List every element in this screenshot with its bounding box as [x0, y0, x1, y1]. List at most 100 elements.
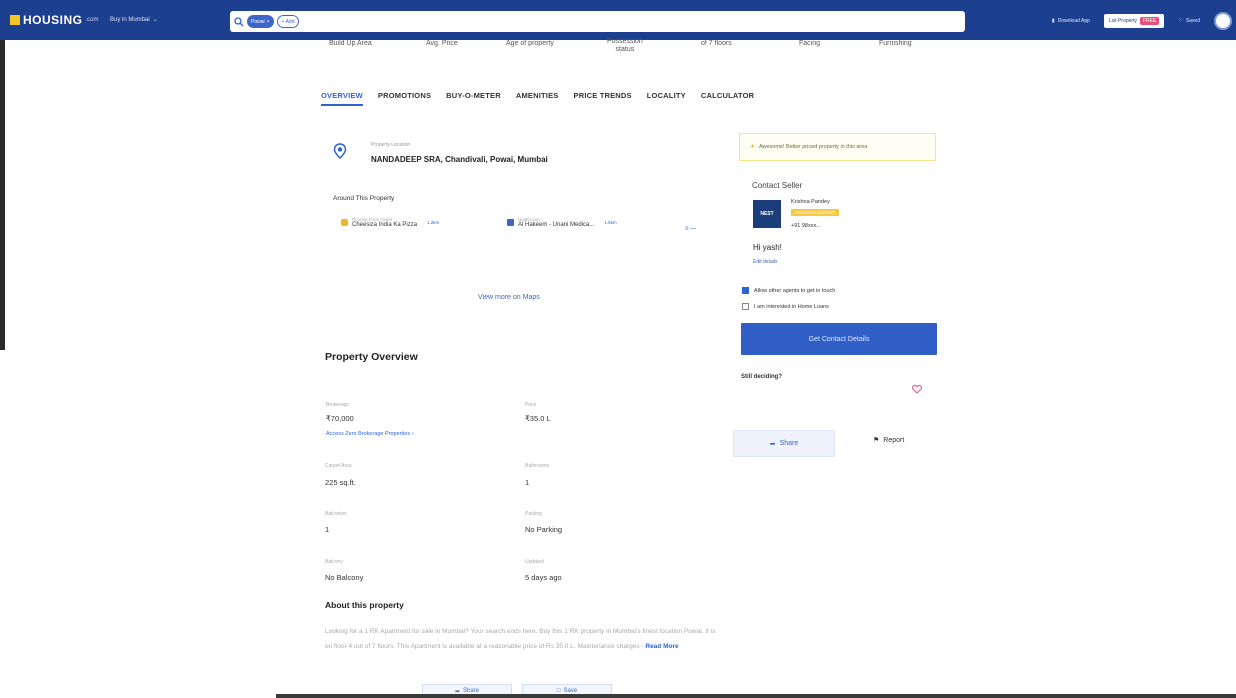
- overview-value: 1: [525, 478, 530, 487]
- allow-agents-checkbox[interactable]: [742, 287, 749, 294]
- price-highlight-banner: ★ Awesome! Better priced property in thi…: [739, 133, 936, 161]
- search-chip-label: Powai: [251, 18, 265, 25]
- heart-icon[interactable]: [912, 384, 922, 394]
- zero-brokerage-link[interactable]: Access Zero Brokerage Properties ›: [326, 431, 413, 437]
- property-overview-title: Property Overview: [325, 351, 418, 363]
- overview-label: Balcony: [325, 559, 343, 565]
- section-tabs: OVERVIEW PROMOTIONS BUY-O-METER AMENITIE…: [321, 91, 754, 106]
- search-chip-powai[interactable]: Powai ×: [247, 15, 274, 28]
- poi-name: Al Hakeem - Unani Medica...: [518, 222, 595, 228]
- agent-phone: +91 98xxx...: [791, 223, 821, 229]
- overview-value: 5 days ago: [525, 573, 562, 582]
- search-icon: [234, 16, 244, 26]
- star-icon: ★: [750, 144, 755, 150]
- poi-distance: 1.2km: [427, 220, 440, 225]
- add-locality-button[interactable]: + Add: [276, 15, 300, 28]
- stat-built-up-label: Build Up Area: [329, 40, 372, 47]
- property-stats-row: Build Up Area Avg. Price Age of property…: [315, 38, 952, 62]
- top-navigation-bar: HOUSING .com Buy in Mumbai ⌄ Powai × + A…: [0, 0, 1236, 40]
- home-loans-checkbox-row[interactable]: I am interested in Home Loans: [742, 303, 829, 310]
- tab-amenities[interactable]: AMENITIES: [516, 91, 559, 106]
- logo-text: HOUSING: [23, 13, 83, 27]
- heart-outline-icon: ♡: [1178, 18, 1183, 24]
- overview-label: Carpet Area: [325, 463, 352, 469]
- poi-item[interactable]: Popular Food Outlet Cheesiza India Ka Pi…: [341, 217, 439, 228]
- overview-value: 225 sq.ft.: [325, 478, 356, 487]
- overview-value: No Balcony: [325, 573, 364, 582]
- chevron-down-icon: ⌄: [152, 17, 158, 23]
- housing-logo[interactable]: HOUSING .com: [10, 13, 99, 27]
- report-label: Report: [883, 436, 905, 444]
- overview-value: ₹35.0 L: [525, 414, 551, 423]
- list-property-label: List Property: [1108, 18, 1137, 24]
- tab-locality[interactable]: LOCALITY: [647, 91, 686, 106]
- overview-label: Parking: [525, 511, 542, 517]
- food-icon: [341, 219, 348, 226]
- stat-possession-line2: status: [615, 46, 635, 53]
- share-button[interactable]: ➦ Share: [733, 430, 835, 457]
- scan-edge-left: [0, 40, 5, 350]
- logo-suffix: .com: [85, 17, 99, 23]
- still-deciding-label: Still deciding?: [741, 374, 783, 380]
- logo-mark-icon: [10, 15, 20, 25]
- free-badge: FREE: [1139, 17, 1160, 25]
- home-loans-label: I am interested in Home Loans: [754, 303, 829, 310]
- overview-value: No Parking: [525, 525, 563, 534]
- stat-furnishing-label: Furnishing: [879, 40, 912, 47]
- saved-label: Saved: [1185, 18, 1200, 24]
- property-address: NANDADEEP SRA, Chandivali, Powai, Mumbai: [371, 155, 548, 164]
- share-label: Share: [779, 440, 799, 447]
- tab-calculator[interactable]: CALCULATOR: [701, 91, 754, 106]
- poi-item[interactable]: Healthcare Al Hakeem - Unani Medica... 1…: [507, 217, 617, 228]
- city-label: Buy in Mumbai: [110, 16, 150, 23]
- overview-label: Balconies: [325, 511, 347, 517]
- poi-distance: 1.5km: [604, 220, 617, 225]
- report-button[interactable]: ⚑ Report: [873, 436, 905, 445]
- edit-details-link[interactable]: Edit details: [753, 259, 777, 265]
- contact-seller-title: Contact Seller: [752, 181, 803, 190]
- user-greeting: Hi yash!: [753, 243, 782, 252]
- allow-agents-label: Allow other agents to get in touch: [754, 287, 836, 294]
- allow-agents-checkbox-row[interactable]: Allow other agents to get in touch: [742, 287, 835, 294]
- medical-icon: [507, 219, 514, 226]
- download-app-link[interactable]: ▮ Download App: [1052, 18, 1090, 24]
- flag-icon: ⚑: [873, 437, 880, 444]
- tab-price-trends[interactable]: PRICE TRENDS: [574, 91, 632, 106]
- city-select[interactable]: Buy in Mumbai ⌄: [110, 16, 158, 24]
- view-on-maps-link[interactable]: View more on Maps: [478, 294, 540, 301]
- stat-facing-label: Facing: [799, 40, 821, 47]
- more-poi-button[interactable]: ≡ —: [685, 226, 696, 232]
- highlight-text: Awesome! Better priced property in this …: [758, 144, 868, 150]
- stat-possession-line1: Possession: [607, 38, 643, 45]
- overview-value: 1: [325, 525, 330, 534]
- read-more-link[interactable]: Read More: [645, 643, 678, 650]
- agent-logo: NEST: [753, 200, 781, 228]
- home-loans-checkbox[interactable]: [742, 303, 749, 310]
- overview-label: Brokerage: [326, 402, 350, 408]
- agent-name: Krishna Pandey: [791, 199, 830, 205]
- search-bar[interactable]: Powai × + Add: [230, 11, 965, 32]
- overview-label: Updated: [525, 559, 544, 565]
- overview-value: ₹70,000: [326, 414, 354, 423]
- overview-label: Price: [525, 402, 537, 408]
- location-pin-icon: [333, 143, 347, 159]
- tab-promotions[interactable]: PROMOTIONS: [378, 91, 431, 106]
- property-location-label: Property Location: [371, 142, 411, 148]
- avatar[interactable]: [1214, 12, 1232, 30]
- tab-overview[interactable]: OVERVIEW: [321, 91, 363, 106]
- list-property-button[interactable]: List Property FREE: [1103, 14, 1165, 28]
- saved-link[interactable]: ♡ Saved: [1178, 18, 1200, 24]
- share-icon: ➦: [769, 440, 776, 448]
- nav-right-group: ▮ Download App List Property FREE ♡ Save…: [1052, 12, 1236, 30]
- overview-label: Bathrooms: [525, 463, 550, 469]
- stat-floors-label: of 7 floors: [701, 40, 732, 47]
- agent-badge: HOUSING EXPERT: [791, 209, 840, 216]
- tab-buy-o-meter[interactable]: BUY-O-METER: [446, 91, 501, 106]
- around-property-title: Around This Property: [333, 195, 395, 202]
- poi-name: Cheesiza India Ka Pizza: [352, 222, 418, 228]
- scan-edge-bottom: [276, 694, 1236, 698]
- get-contact-details-button[interactable]: Get Contact Details: [741, 323, 937, 355]
- close-icon[interactable]: ×: [267, 19, 270, 25]
- stat-avg-price-label: Avg. Price: [426, 40, 458, 47]
- property-detail-panel: Build Up Area Avg. Price Age of property…: [315, 38, 952, 465]
